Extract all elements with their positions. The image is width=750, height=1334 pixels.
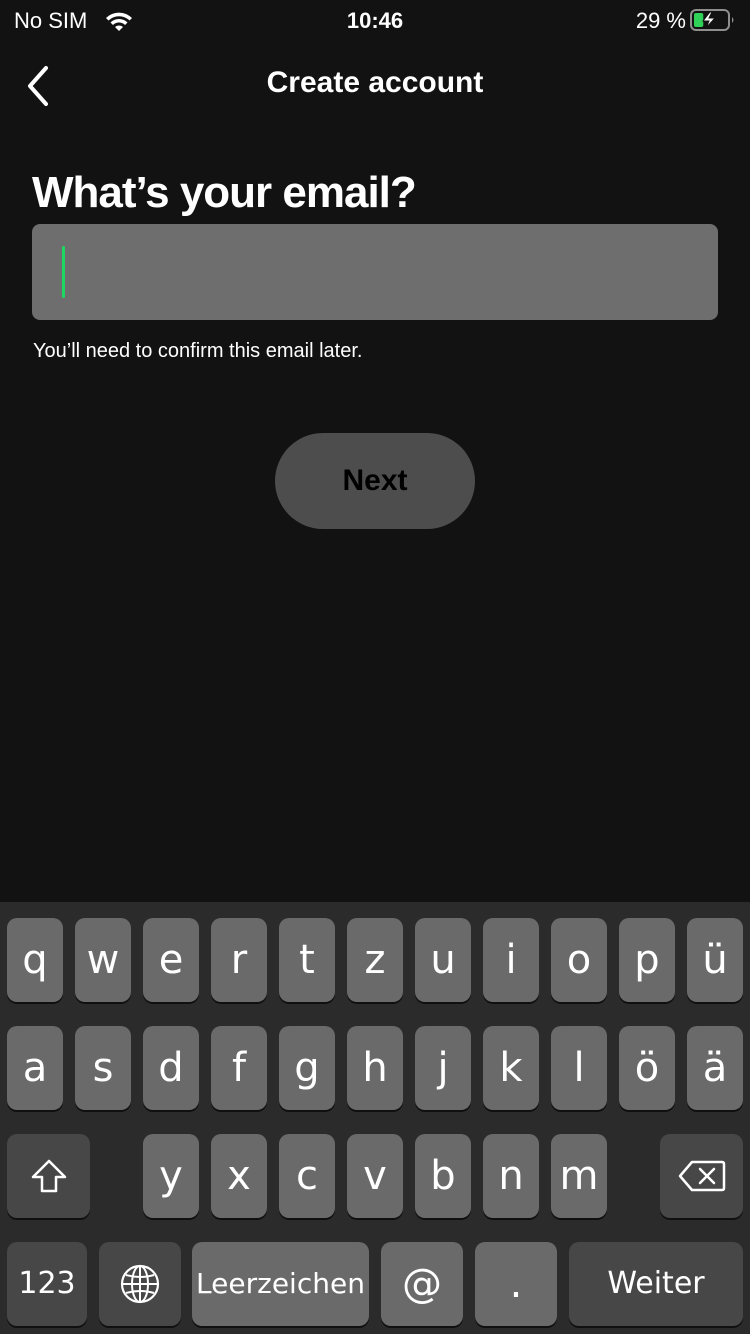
key-d[interactable]: d <box>143 1026 199 1110</box>
key-u-umlaut[interactable]: ü <box>687 918 743 1002</box>
page-title: Create account <box>266 66 484 99</box>
key-u[interactable]: u <box>415 918 471 1002</box>
battery-percent: 29 % <box>635 8 686 33</box>
key-w[interactable]: w <box>75 918 131 1002</box>
key-h[interactable]: h <box>347 1026 403 1110</box>
dot-key[interactable]: . <box>475 1242 557 1326</box>
status-bar: No SIM 10:46 29 % <box>0 0 750 40</box>
key-l[interactable]: l <box>551 1026 607 1110</box>
key-p[interactable]: p <box>619 918 675 1002</box>
numbers-key[interactable]: 123 <box>7 1242 87 1326</box>
backspace-icon <box>678 1160 725 1192</box>
key-a[interactable]: a <box>7 1026 63 1110</box>
key-k[interactable]: k <box>483 1026 539 1110</box>
battery-icon <box>690 9 734 31</box>
shift-icon <box>31 1159 66 1193</box>
key-x[interactable]: x <box>211 1134 267 1218</box>
return-key[interactable]: Weiter <box>569 1242 743 1326</box>
keyboard: q w e r t z u i o p ü a s d f g h j k l … <box>0 902 750 1334</box>
email-heading: What’s your email? <box>32 168 417 217</box>
key-c[interactable]: c <box>279 1134 335 1218</box>
key-s[interactable]: s <box>75 1026 131 1110</box>
key-m[interactable]: m <box>551 1134 607 1218</box>
key-g[interactable]: g <box>279 1026 335 1110</box>
email-field[interactable] <box>32 224 718 320</box>
delete-key[interactable] <box>660 1134 743 1218</box>
key-i[interactable]: i <box>483 918 539 1002</box>
key-o-umlaut[interactable]: ö <box>619 1026 675 1110</box>
key-q[interactable]: q <box>7 918 63 1002</box>
key-y[interactable]: y <box>143 1134 199 1218</box>
key-j[interactable]: j <box>415 1026 471 1110</box>
key-z[interactable]: z <box>347 918 403 1002</box>
space-key[interactable]: Leerzeichen <box>192 1242 369 1326</box>
next-button[interactable]: Next <box>275 433 475 529</box>
key-r[interactable]: r <box>211 918 267 1002</box>
key-f[interactable]: f <box>211 1026 267 1110</box>
key-b[interactable]: b <box>415 1134 471 1218</box>
text-caret <box>62 246 65 298</box>
email-hint: You’ll need to confirm this email later. <box>33 340 363 362</box>
at-key[interactable]: @ <box>381 1242 463 1326</box>
key-t[interactable]: t <box>279 918 335 1002</box>
shift-key[interactable] <box>7 1134 90 1218</box>
key-n[interactable]: n <box>483 1134 539 1218</box>
globe-icon <box>120 1264 160 1304</box>
key-a-umlaut[interactable]: ä <box>687 1026 743 1110</box>
key-o[interactable]: o <box>551 918 607 1002</box>
key-v[interactable]: v <box>347 1134 403 1218</box>
globe-key[interactable] <box>99 1242 181 1326</box>
key-e[interactable]: e <box>143 918 199 1002</box>
